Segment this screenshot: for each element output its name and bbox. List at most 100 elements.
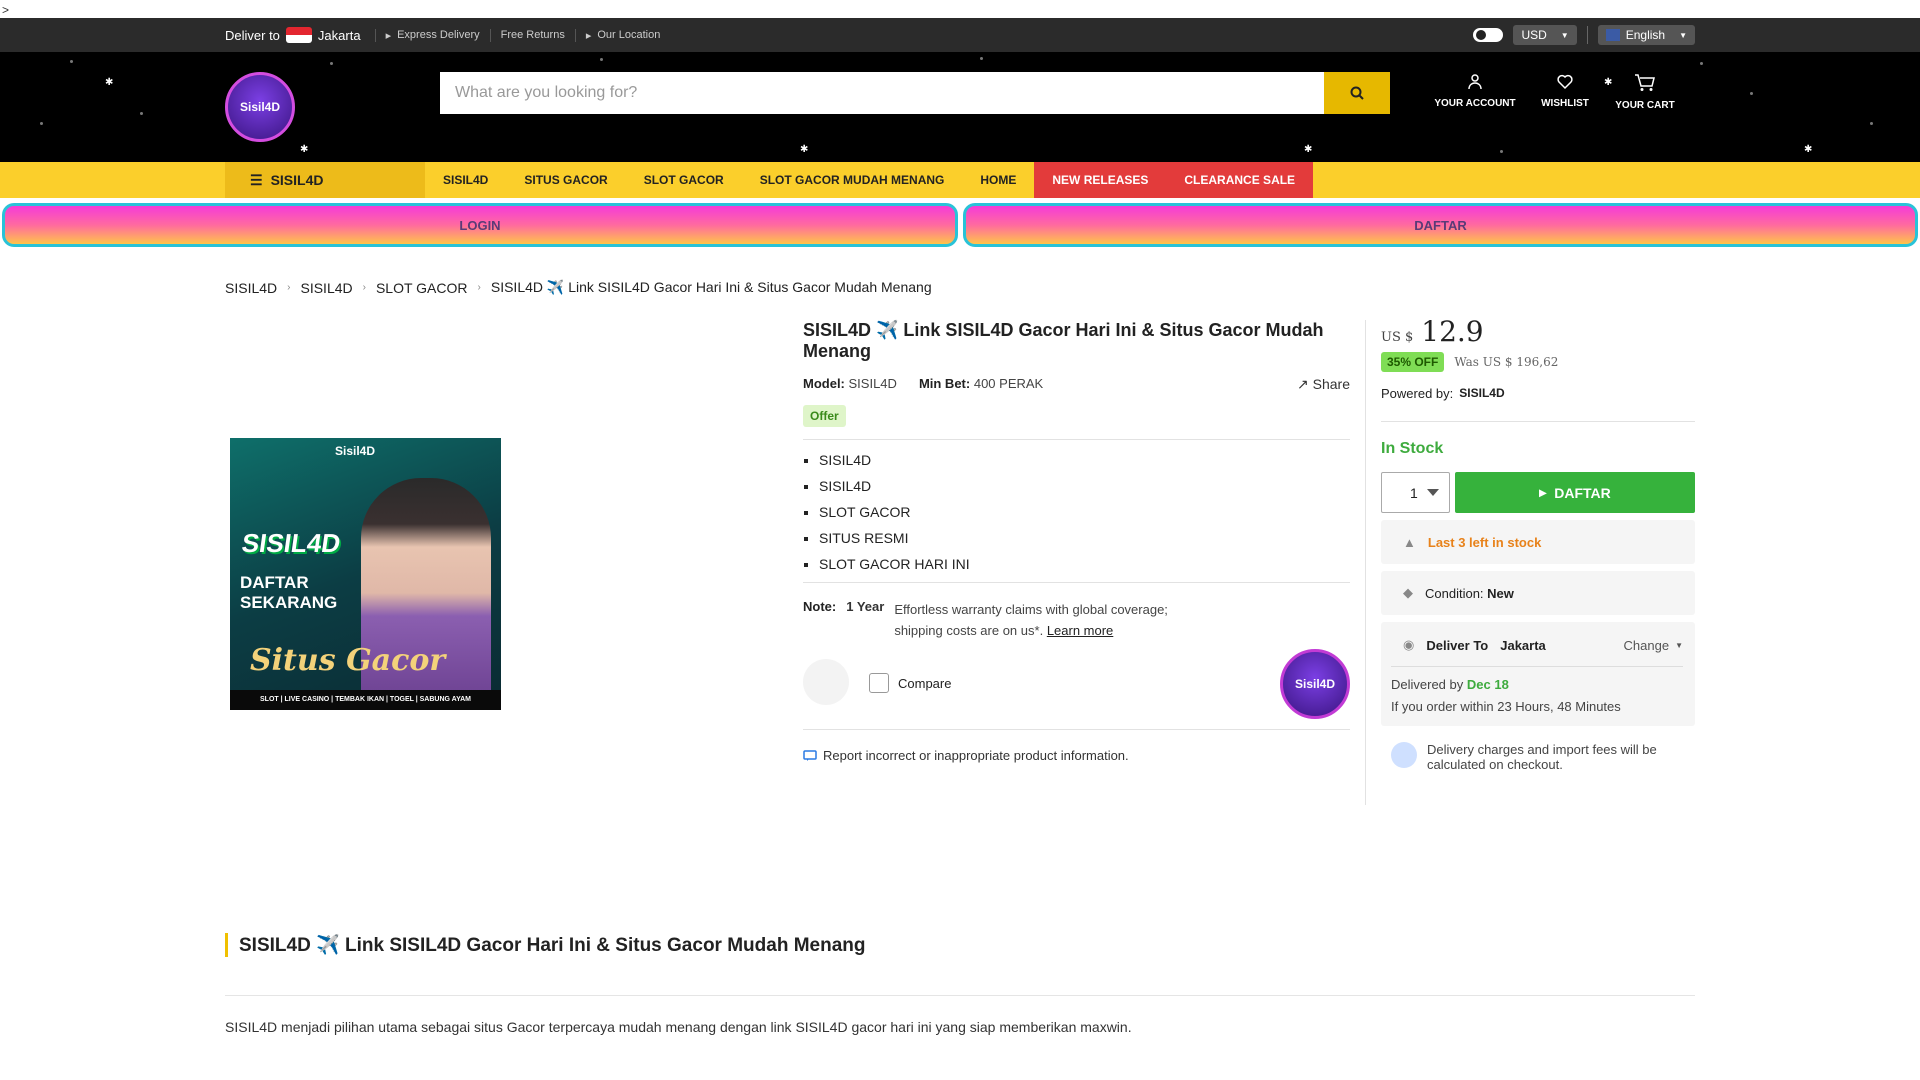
breadcrumb-current: SISIL4D ✈️ Link SISIL4D Gacor Hari Ini &… (490, 279, 932, 295)
dot-decoration (600, 58, 603, 61)
discount-badge: 35% OFF (1381, 352, 1445, 372)
image-daftar-text: DAFTAR SEKARANG (240, 573, 338, 612)
register-button[interactable]: DAFTAR (963, 203, 1918, 247)
menu-icon: ☰ (250, 171, 263, 188)
product-image[interactable]: Sisil4D SISIL4D DAFTAR SEKARANG Situs Ga… (230, 438, 501, 710)
chevron-right-icon: › (287, 282, 291, 293)
divider (803, 439, 1350, 440)
breadcrumb-link[interactable]: SLOT GACOR (376, 280, 468, 296)
breadcrumb: SISIL4D › SISIL4D › SLOT GACOR › SISIL4D… (225, 279, 932, 296)
image-big-text: SISIL4D (239, 528, 343, 558)
delivery-info: ◉ Deliver To Jakarta Change ▼ Delivered b… (1381, 622, 1695, 726)
dot-decoration (1500, 150, 1503, 153)
learn-more-link[interactable]: Learn more (1047, 623, 1113, 638)
compare-label: Compare (898, 676, 952, 691)
image-strip-text: SLOT | LIVE CASINO | TEMBAK IKAN | TOGEL… (230, 690, 501, 710)
divider (1586, 26, 1588, 44)
cart-link[interactable]: YOUR CART (1600, 74, 1690, 111)
product-title: SISIL4D ✈️ Link SISIL4D Gacor Hari Ini &… (803, 320, 1324, 361)
model-value: SISIL4D (848, 376, 897, 391)
nav-item-new-releases[interactable]: NEW RELEASES (1034, 162, 1167, 198)
nav-item-clearance-sale[interactable]: CLEARANCE SALE (1166, 162, 1314, 198)
cart-icon (1635, 74, 1655, 91)
stock-status: In Stock (1381, 440, 1444, 457)
note-year: 1 Year (846, 599, 885, 614)
buy-box: US $ 12.9 35% OFF Was US $ 196,62 Powere… (1381, 315, 1695, 772)
condition-info: ◆ Condition: New (1381, 571, 1695, 615)
currency-select[interactable]: USD ▼ (1513, 25, 1577, 45)
report-link[interactable]: Report incorrect or inappropriate produc… (803, 748, 1350, 763)
divider (1365, 320, 1366, 805)
condition-value: New (1487, 585, 1514, 601)
breadcrumb-link[interactable]: SISIL4D (225, 280, 277, 296)
nav-item-sisil4d[interactable]: SISIL4D (425, 162, 506, 198)
daftar-button[interactable]: ▸ DAFTAR (1455, 472, 1695, 513)
fees-notice: Delivery charges and import fees will be… (1381, 742, 1695, 772)
site-logo[interactable]: Sisil4D (225, 72, 295, 142)
cart-icon: ▸ (1539, 484, 1547, 500)
quantity-select[interactable]: 1 (1381, 472, 1450, 513)
nav-item-home[interactable]: HOME (962, 162, 1034, 198)
note-label: Note: (803, 599, 837, 614)
caret-down-icon: ▼ (1560, 30, 1569, 40)
search-icon (1350, 86, 1364, 100)
dot-decoration (980, 57, 983, 60)
price-amount: 12.9 (1421, 315, 1484, 348)
account-menu[interactable]: YOUR ACCOUNT (1420, 74, 1530, 111)
deliver-label: Deliver to (225, 27, 280, 43)
dot-decoration (1700, 62, 1703, 65)
deliver-to-city: Jakarta (1500, 637, 1546, 653)
description-title: SISIL4D ✈️ Link SISIL4D Gacor Hari Ini &… (225, 933, 866, 957)
add-to-wishlist-button[interactable] (803, 659, 849, 705)
comment-icon (803, 749, 817, 761)
star-decoration: ✱ (800, 144, 809, 155)
caret-down-icon: ▼ (1675, 640, 1683, 650)
compare-checkbox[interactable] (869, 673, 889, 693)
user-icon (1468, 74, 1482, 90)
product-features: SISIL4D SISIL4D SLOT GACOR SITUS RESMI S… (803, 452, 1350, 572)
price: US $ 12.9 (1381, 315, 1695, 348)
warranty-note: Note: 1 Year Effortless warranty claims … (803, 599, 1350, 641)
price-currency: US $ (1381, 330, 1414, 345)
share-button[interactable]: ↗ Share (1297, 376, 1350, 393)
product-meta: Model: SISIL4D Min Bet: 400 PERAK ↗ Shar… (803, 376, 1350, 393)
star-decoration: ✱ (300, 144, 309, 155)
dark-mode-toggle[interactable] (1473, 28, 1504, 42)
uk-flag-icon (1605, 29, 1620, 41)
search-input[interactable] (440, 72, 1324, 114)
dot-decoration (40, 122, 43, 125)
caret-down-icon (1427, 489, 1439, 496)
free-returns-link[interactable]: Free Returns (489, 28, 575, 42)
nav-item-situs-gacor[interactable]: SITUS GACOR (506, 162, 625, 198)
truck-icon: ▸ (385, 29, 392, 42)
search-button[interactable] (1324, 72, 1390, 114)
chevron-right-icon: › (477, 282, 481, 293)
nav-item-slot-gacor[interactable]: SLOT GACOR (626, 162, 742, 198)
deliver-to[interactable]: Deliver to Jakarta (225, 27, 361, 43)
divider (1391, 666, 1683, 667)
breadcrumb-link[interactable]: SISIL4D (300, 280, 352, 296)
our-location-link[interactable]: ▸ Our Location (574, 28, 671, 42)
seller-logo[interactable]: Sisil4D (1280, 649, 1350, 719)
wishlist-link[interactable]: WISHLIST (1530, 74, 1600, 111)
location-icon: ▸ (585, 29, 592, 42)
language-select[interactable]: English ▼ (1597, 25, 1695, 45)
powered-by: Powered by: SISIL4D (1381, 386, 1505, 401)
powered-by-value[interactable]: SISIL4D (1459, 386, 1504, 401)
divider (1381, 421, 1695, 422)
list-item: SISIL4D (819, 478, 1350, 494)
deliver-city: Jakarta (317, 27, 361, 43)
search-bar (440, 72, 1390, 114)
divider (803, 582, 1350, 583)
change-location-button[interactable]: Change ▼ (1624, 638, 1683, 653)
list-item: SISIL4D (819, 452, 1350, 468)
tag-icon: ◆ (1403, 585, 1413, 600)
main-header: ✱ ✱ ✱ ✱ ✱ ✱ Sisil4D YOUR ACCOUNT WISHLIS… (0, 52, 1920, 162)
login-button[interactable]: LOGIN (2, 203, 958, 247)
nav-item-slot-gacor-mudah-menang[interactable]: SLOT GACOR MUDAH MENANG (742, 162, 963, 198)
model-label: Model: (803, 376, 845, 391)
category-menu-button[interactable]: ☰ SISIL4D (225, 162, 425, 198)
list-item: SLOT GACOR HARI INI (819, 556, 1350, 572)
indonesia-flag-icon (285, 27, 312, 43)
express-delivery-link[interactable]: ▸ Express Delivery (374, 28, 490, 42)
